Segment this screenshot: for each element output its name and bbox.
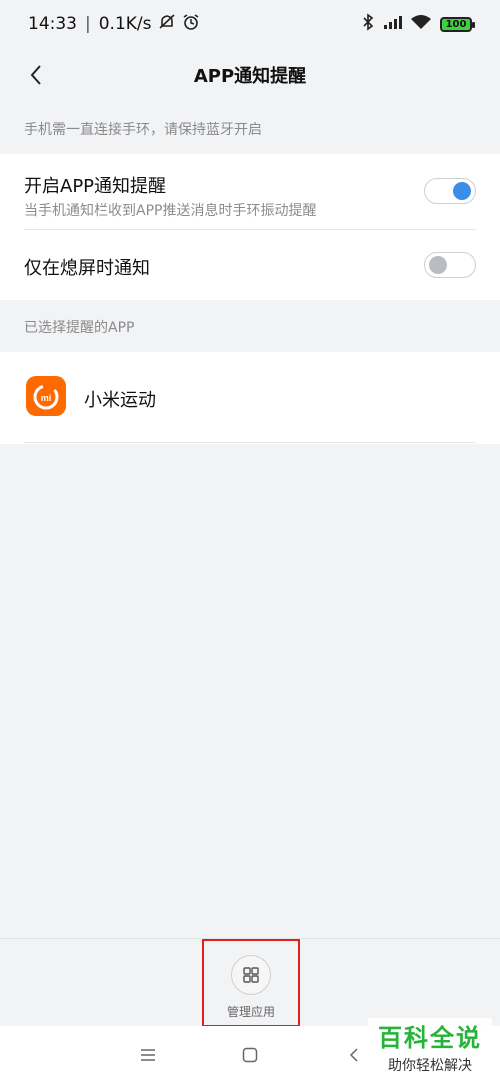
page-title: APP通知提醒 bbox=[193, 66, 307, 87]
manage-apps-label: 管理应用 bbox=[226, 1005, 275, 1019]
enable-notification-title: 开启APP通知提醒 bbox=[24, 176, 167, 197]
app-list-item[interactable]: mi 小米运动 bbox=[0, 352, 500, 442]
mi-fit-icon: mi bbox=[26, 376, 66, 416]
toggle-knob bbox=[453, 182, 471, 200]
enable-notification-subtitle: 当手机通知栏收到APP推送消息时手环振动提醒 bbox=[24, 203, 317, 219]
watermark: 百科全说 助你轻松解决 bbox=[368, 1018, 492, 1078]
home-button[interactable] bbox=[236, 1042, 264, 1068]
screen-off-title: 仅在熄屏时通知 bbox=[24, 258, 150, 279]
status-right: 100 bbox=[362, 12, 475, 36]
watermark-main: 百科全说 bbox=[378, 1024, 482, 1052]
screen-off-row[interactable]: 仅在熄屏时通知 bbox=[0, 254, 150, 280]
screen-off-toggle[interactable] bbox=[424, 252, 476, 278]
menu-button[interactable] bbox=[134, 1042, 162, 1068]
nav-header: APP通知提醒 bbox=[0, 48, 500, 102]
svg-text:mi: mi bbox=[41, 393, 52, 403]
clock: 14:33 bbox=[28, 14, 77, 34]
alarm-icon bbox=[182, 13, 200, 36]
selected-apps-label: 已选择提醒的APP bbox=[0, 302, 500, 352]
divider bbox=[24, 229, 476, 230]
toggle-knob bbox=[429, 256, 447, 274]
bluetooth-icon bbox=[362, 12, 374, 36]
chevron-left-icon bbox=[30, 65, 41, 85]
wifi-icon bbox=[410, 14, 432, 35]
divider bbox=[24, 442, 476, 443]
grid-icon bbox=[231, 955, 271, 995]
mute-icon bbox=[158, 13, 176, 36]
back-arrow-icon bbox=[349, 1048, 358, 1062]
settings-card: 开启APP通知提醒 当手机通知栏收到APP推送消息时手环振动提醒 仅在熄屏时通知 bbox=[0, 154, 500, 300]
enable-notification-toggle[interactable] bbox=[424, 178, 476, 204]
manage-apps-button[interactable]: 管理应用 bbox=[202, 939, 300, 1027]
status-left: 14:33 | 0.1K/s bbox=[28, 13, 200, 36]
bluetooth-notice: 手机需一直连接手环，请保持蓝牙开启 bbox=[0, 104, 500, 154]
watermark-sub: 助你轻松解决 bbox=[388, 1058, 472, 1074]
system-back-button[interactable] bbox=[340, 1042, 368, 1068]
enable-notification-row[interactable]: 开启APP通知提醒 当手机通知栏收到APP推送消息时手环振动提醒 bbox=[0, 172, 316, 220]
status-separator: | bbox=[85, 14, 91, 34]
status-bar: 14:33 | 0.1K/s 100 bbox=[0, 0, 500, 48]
back-button[interactable] bbox=[22, 60, 50, 90]
battery-icon: 100 bbox=[440, 16, 475, 32]
selected-apps-card: mi 小米运动 bbox=[0, 352, 500, 444]
menu-icon bbox=[141, 1049, 155, 1061]
bottom-action-bar: 管理应用 bbox=[0, 938, 500, 1027]
home-square-icon bbox=[242, 1047, 258, 1063]
app-name: 小米运动 bbox=[84, 390, 156, 411]
network-speed: 0.1K/s bbox=[98, 14, 152, 34]
signal-icon bbox=[382, 14, 402, 35]
